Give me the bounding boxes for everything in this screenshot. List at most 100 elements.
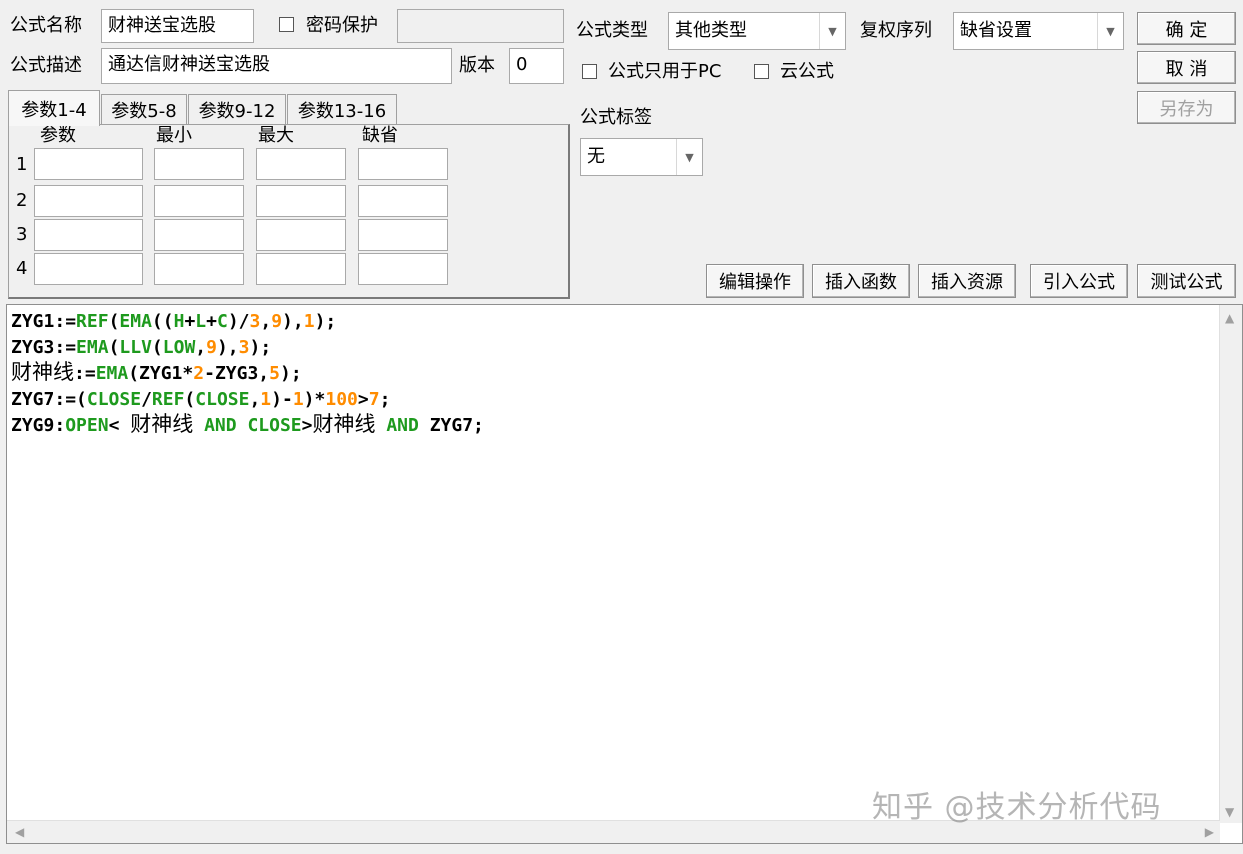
code-number: 1 bbox=[260, 388, 272, 410]
chevron-down-icon[interactable]: ▼ bbox=[1097, 13, 1123, 49]
param-min-cell[interactable] bbox=[154, 148, 244, 180]
rights-sequence-select[interactable]: 缺省设置 ▼ bbox=[953, 12, 1124, 50]
code-symbol: * bbox=[182, 363, 194, 385]
param-max-cell[interactable] bbox=[256, 148, 346, 180]
code-line[interactable]: 财神线:=EMA(ZYG1*2-ZYG3,5); bbox=[11, 360, 484, 387]
code-keyword: OPEN bbox=[65, 415, 109, 437]
code-line[interactable]: ZYG7:=(CLOSE/REF(CLOSE,1)-1)*100>7; bbox=[11, 387, 484, 413]
code-number: 2 bbox=[193, 363, 205, 385]
vertical-scrollbar[interactable]: ▲ ▼ bbox=[1219, 305, 1242, 823]
param-default-cell[interactable] bbox=[358, 253, 448, 285]
param-min-cell[interactable] bbox=[154, 253, 244, 285]
code-keyword: EMA bbox=[119, 311, 152, 332]
code-number: 5 bbox=[269, 363, 280, 385]
formula-type-select[interactable]: 其他类型 ▼ bbox=[668, 12, 846, 50]
param-max-cell[interactable] bbox=[256, 185, 346, 217]
code-line[interactable]: ZYG3:=EMA(LLV(LOW,9),3); bbox=[11, 335, 484, 361]
code-identifier: ZYG7 bbox=[11, 388, 55, 410]
scroll-left-icon[interactable]: ◀ bbox=[15, 825, 24, 839]
chevron-down-icon[interactable]: ▼ bbox=[676, 139, 702, 175]
code-identifier: ZYG3 bbox=[214, 363, 259, 385]
param-default-cell[interactable] bbox=[358, 219, 448, 251]
code-symbol: ( bbox=[151, 336, 163, 358]
param-row-number: 3 bbox=[16, 224, 28, 245]
scroll-right-icon[interactable]: ▶ bbox=[1205, 825, 1214, 839]
code-keyword: REF bbox=[151, 388, 185, 410]
code-symbol: )/ bbox=[227, 311, 250, 332]
param-name-cell[interactable] bbox=[34, 185, 143, 217]
tab-params-13-16[interactable]: 参数13-16 bbox=[287, 94, 397, 124]
code-number: 1 bbox=[292, 388, 304, 410]
param-max-cell[interactable] bbox=[256, 219, 346, 251]
insert-function-button[interactable]: 插入函数 bbox=[812, 264, 910, 298]
code-symbol: ; bbox=[473, 415, 484, 437]
test-formula-button[interactable]: 测试公式 bbox=[1137, 264, 1236, 298]
code-keyword: CLOSE bbox=[247, 415, 302, 437]
pc-only-checkbox[interactable] bbox=[582, 64, 597, 79]
param-name-cell[interactable] bbox=[34, 219, 143, 251]
code-symbol: : bbox=[54, 415, 66, 437]
code-line[interactable]: ZYG9:OPEN< 财神线 AND CLOSE>财神线 AND ZYG7; bbox=[11, 412, 484, 439]
code-line[interactable]: ZYG1:=REF(EMA((H+L+C)/3,9),1); bbox=[11, 309, 484, 335]
scroll-up-icon[interactable]: ▲ bbox=[1225, 311, 1234, 325]
code-identifier: ZYG7 bbox=[429, 415, 474, 437]
code-symbol: := bbox=[54, 311, 77, 332]
code-keyword: EMA bbox=[95, 363, 129, 385]
password-label: 密码保护 bbox=[306, 15, 378, 36]
code-symbol: > bbox=[357, 388, 369, 410]
formula-type-label: 公式类型 bbox=[576, 20, 648, 41]
code-symbol: )* bbox=[303, 388, 326, 410]
cancel-button[interactable]: 取 消 bbox=[1137, 51, 1236, 84]
scroll-down-icon[interactable]: ▼ bbox=[1225, 805, 1234, 819]
tab-params-9-12[interactable]: 参数9-12 bbox=[188, 94, 286, 124]
cloud-checkbox[interactable] bbox=[754, 64, 769, 79]
import-formula-button[interactable]: 引入公式 bbox=[1030, 264, 1128, 298]
formula-desc-input[interactable]: 通达信财神送宝选股 bbox=[101, 48, 452, 84]
code-number: 100 bbox=[325, 388, 358, 410]
code-symbol: ), bbox=[216, 336, 239, 358]
code-keyword: AND bbox=[386, 415, 419, 437]
code-keyword: AND bbox=[204, 415, 237, 437]
code-identifier: 财神线 bbox=[312, 412, 376, 437]
code-keyword: H bbox=[173, 311, 185, 332]
code-symbol: ); bbox=[314, 311, 337, 332]
insert-resource-button[interactable]: 插入资源 bbox=[918, 264, 1016, 298]
ok-button[interactable]: 确 定 bbox=[1137, 12, 1236, 45]
tab-params-1-4[interactable]: 参数1-4 bbox=[8, 90, 100, 126]
code-symbol: + bbox=[206, 311, 217, 332]
code-symbol: :=( bbox=[54, 388, 87, 410]
formula-name-input[interactable]: 财神送宝选股 bbox=[101, 9, 254, 43]
password-checkbox[interactable] bbox=[279, 17, 294, 32]
code-symbol: ( bbox=[128, 363, 140, 385]
formula-tag-label: 公式标签 bbox=[580, 107, 652, 128]
param-name-cell[interactable] bbox=[34, 253, 143, 285]
tab-params-5-8[interactable]: 参数5-8 bbox=[101, 94, 187, 124]
version-input[interactable]: 0 bbox=[509, 48, 564, 84]
code-symbol: ); bbox=[279, 363, 302, 385]
param-min-cell[interactable] bbox=[154, 185, 244, 217]
param-name-cell[interactable] bbox=[34, 148, 143, 180]
formula-tag-select[interactable]: 无 ▼ bbox=[580, 138, 703, 176]
code-identifier: 财神线 bbox=[11, 360, 74, 385]
param-max-cell[interactable] bbox=[256, 253, 346, 285]
code-symbol bbox=[237, 415, 248, 436]
code-identifier: ZYG1 bbox=[139, 363, 183, 385]
formula-code-editor[interactable]: ZYG1:=REF(EMA((H+L+C)/3,9),1); ZYG3:=EMA(… bbox=[6, 304, 1243, 844]
code-symbol: ; bbox=[379, 388, 391, 410]
param-min-cell[interactable] bbox=[154, 219, 244, 251]
chevron-down-icon[interactable]: ▼ bbox=[819, 13, 845, 49]
code-number: 3 bbox=[238, 336, 250, 358]
edit-operations-button[interactable]: 编辑操作 bbox=[706, 264, 804, 298]
save-as-button: 另存为 bbox=[1137, 91, 1236, 124]
code-symbol: + bbox=[184, 311, 196, 332]
code-symbol bbox=[193, 415, 204, 436]
formula-tag-value: 无 bbox=[587, 146, 605, 167]
param-default-cell[interactable] bbox=[358, 148, 448, 180]
param-row-number: 1 bbox=[16, 154, 28, 175]
code-keyword: EMA bbox=[76, 336, 109, 358]
formula-code[interactable]: ZYG1:=REF(EMA((H+L+C)/3,9),1); ZYG3:=EMA(… bbox=[11, 309, 484, 439]
min-column-header: 最小 bbox=[156, 125, 192, 146]
param-default-cell[interactable] bbox=[358, 185, 448, 217]
code-symbol: , bbox=[195, 336, 207, 358]
code-identifier: ZYG9 bbox=[11, 415, 55, 437]
